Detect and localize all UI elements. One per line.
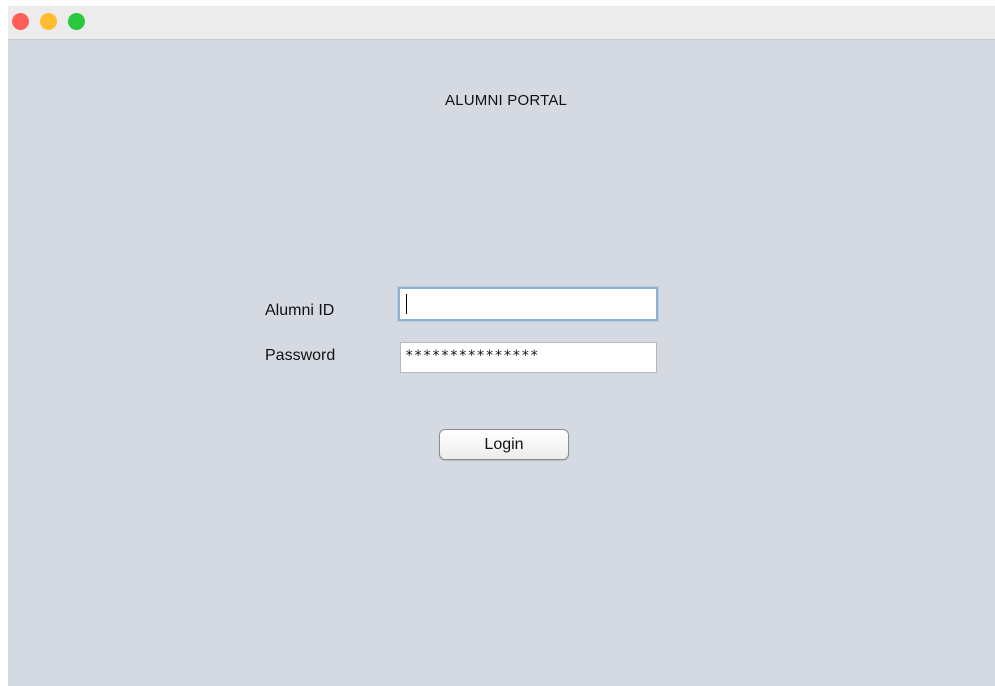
- login-button[interactable]: Login: [439, 429, 569, 460]
- password-value: ***************: [405, 348, 539, 364]
- text-caret: [406, 294, 407, 314]
- password-label: Password: [265, 347, 336, 364]
- alumni-id-field[interactable]: [398, 287, 658, 321]
- login-panel: ALUMNI PORTAL Alumni ID Password *******…: [8, 40, 995, 686]
- window-close-button[interactable]: [12, 13, 29, 30]
- window-minimize-button[interactable]: [40, 13, 57, 30]
- alumni-id-label: Alumni ID: [265, 302, 335, 319]
- title-bar: [8, 6, 995, 40]
- page-title: ALUMNI PORTAL: [445, 92, 568, 109]
- app-window: ALUMNI PORTAL Alumni ID Password *******…: [8, 6, 995, 686]
- password-field[interactable]: ***************: [400, 342, 657, 373]
- window-zoom-button[interactable]: [68, 13, 85, 30]
